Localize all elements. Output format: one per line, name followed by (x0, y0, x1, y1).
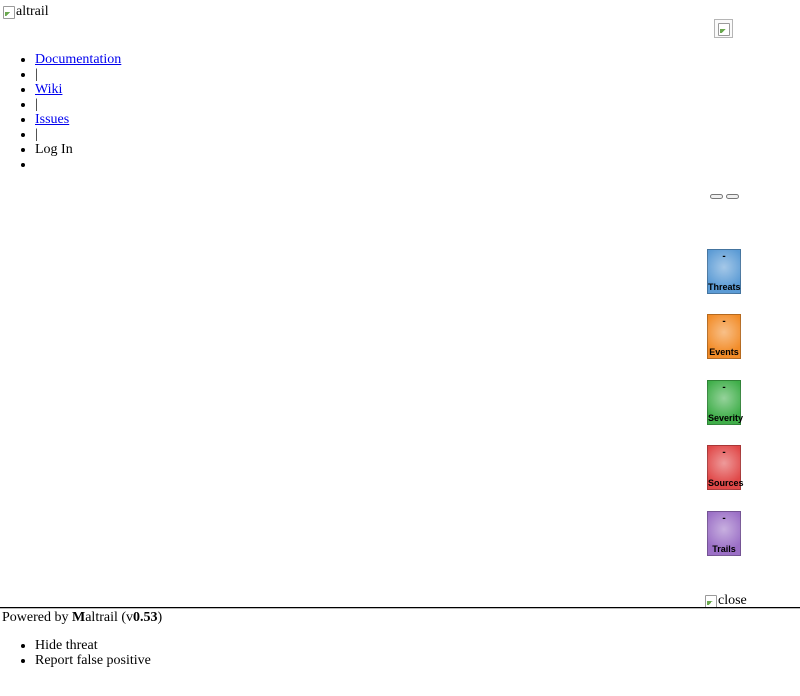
stat-label: Events (709, 347, 739, 357)
stat-label: Sources (708, 478, 744, 488)
issues-link[interactable]: Issues (35, 112, 69, 127)
stat-box-trails[interactable]: - Trails (707, 511, 741, 556)
main-nav: Documentation | Wiki | Issues | Log In (0, 52, 121, 172)
menu-item-hide-threat[interactable]: Hide threat (35, 638, 151, 653)
nav-item-login[interactable]: Log In (35, 142, 121, 157)
logo-alt-text: altrail (16, 4, 49, 19)
stat-box-sources[interactable]: - Sources (707, 445, 744, 490)
close-button[interactable]: close (704, 593, 747, 608)
toggle-left-button[interactable] (710, 194, 723, 199)
nav-separator: | (35, 97, 121, 112)
stat-box-events[interactable]: - Events (707, 314, 741, 359)
brand-rest: altrail (85, 610, 118, 625)
stat-value: - (722, 447, 726, 458)
toggle-right-button[interactable] (726, 194, 739, 199)
logo: altrail (2, 4, 49, 20)
nav-item-issues[interactable]: Issues (35, 112, 121, 127)
stat-label: Threats (708, 282, 741, 292)
documentation-link[interactable]: Documentation (35, 52, 121, 67)
nav-separator: | (35, 127, 121, 142)
corner-image (714, 19, 733, 38)
stat-box-threats[interactable]: - Threats (707, 249, 741, 294)
context-menu: Hide threat Report false positive (0, 638, 151, 668)
login-label[interactable]: Log In (35, 142, 73, 157)
stat-value: - (722, 316, 726, 327)
nav-item-wiki[interactable]: Wiki (35, 82, 121, 97)
nav-item-empty (35, 157, 121, 172)
broken-image-icon (717, 22, 731, 36)
footer-powered-by: Powered by Maltrail (v0.53) (2, 610, 163, 625)
nav-item-documentation[interactable]: Documentation (35, 52, 121, 67)
wiki-link[interactable]: Wiki (35, 82, 62, 97)
menu-item-report-false-positive[interactable]: Report false positive (35, 653, 151, 668)
stat-value: - (722, 513, 726, 524)
stat-label: Trails (712, 544, 736, 554)
brand-initial: M (72, 610, 86, 625)
stat-value: - (722, 382, 726, 393)
broken-image-icon (2, 5, 16, 19)
stat-value: - (722, 251, 726, 262)
version-number: 0.53 (133, 610, 158, 625)
stat-label: Severity (708, 413, 744, 423)
close-icon (704, 594, 718, 608)
period-toggle (710, 194, 739, 199)
nav-separator: | (35, 67, 121, 82)
stat-box-severity[interactable]: - Severity (707, 380, 744, 425)
footer-divider (0, 607, 800, 609)
